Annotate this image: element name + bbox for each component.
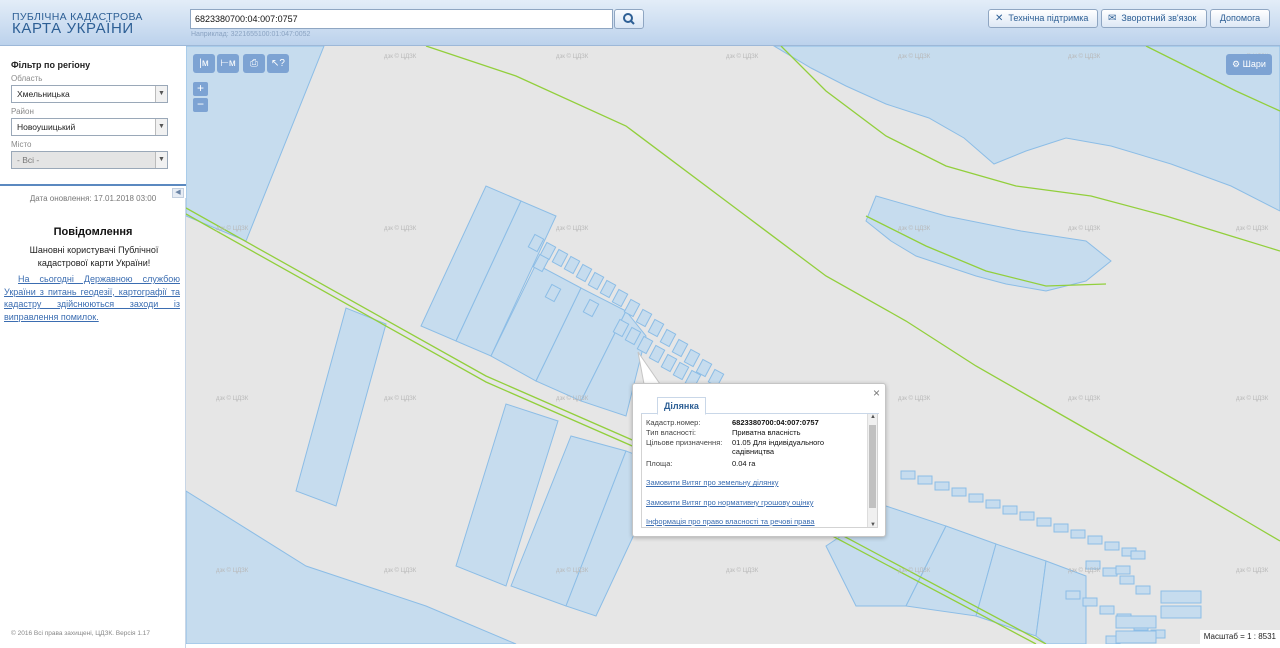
map-canvas[interactable]: дзк © ЦДЗК дзк © ЦДЗК дзк © ЦДЗК дзк © Ц… xyxy=(186,46,1280,644)
svg-text:дзк © ЦДЗК: дзк © ЦДЗК xyxy=(898,567,931,574)
region-filter: Фільтр по регіону Область Хмельницька ▼ … xyxy=(0,46,186,184)
measure-distance-icon[interactable]: |м xyxy=(193,54,215,73)
svg-text:дзк © ЦДЗК: дзк © ЦДЗК xyxy=(1068,395,1101,402)
chevron-down-icon: ▼ xyxy=(155,119,167,135)
zoom-out-button[interactable]: − xyxy=(193,98,208,112)
sidebar: Фільтр по регіону Область Хмельницька ▼ … xyxy=(0,46,186,648)
search-button[interactable] xyxy=(614,9,644,29)
identify-icon[interactable]: ↖? xyxy=(267,54,289,73)
notice-link[interactable]: На сьогодні Державною службою України з … xyxy=(4,273,180,323)
logo-line2: КАРТА УКРАЇНИ xyxy=(12,20,134,37)
search-icon xyxy=(623,13,635,25)
notice-body: Шановні користувачі Публічної кадастрово… xyxy=(29,245,159,268)
envelope-icon: ✉ xyxy=(1108,13,1117,24)
order-extract-link[interactable]: Замовити Витяг про земельну ділянку xyxy=(646,478,779,487)
svg-text:дзк © ЦДЗК: дзк © ЦДЗК xyxy=(556,395,589,402)
scroll-down-icon[interactable]: ▼ xyxy=(868,522,877,527)
order-valuation-link[interactable]: Замовити Витяг про нормативну грошову оц… xyxy=(646,498,813,507)
city-select[interactable]: - Всі - ▼ xyxy=(11,151,168,169)
svg-text:дзк © ЦДЗК: дзк © ЦДЗК xyxy=(384,53,417,60)
feedback-button[interactable]: ✉ Зворотний зв'язок xyxy=(1101,9,1207,28)
scroll-thumb[interactable] xyxy=(869,425,876,508)
notice-title: Повідомлення xyxy=(53,226,133,238)
update-date: Дата оновлення: 17.01.2018 03:00 xyxy=(29,194,157,203)
chevron-down-icon: ▼ xyxy=(155,152,167,168)
svg-text:дзк © ЦДЗК: дзк © ЦДЗК xyxy=(1236,567,1269,574)
help-label: Допомога xyxy=(1219,13,1261,23)
city-label: Місто xyxy=(11,140,32,149)
svg-text:дзк © ЦДЗК: дзк © ЦДЗК xyxy=(216,567,249,574)
copyright: © 2016 Всі права захищені, ЦДЗК. Версія … xyxy=(11,630,151,637)
map-layer: дзк © ЦДЗК дзк © ЦДЗК дзк © ЦДЗК дзк © Ц… xyxy=(186,46,1280,644)
support-label: Технічна підтримка xyxy=(1008,13,1089,23)
popup-scrollbar[interactable]: ▲ ▼ xyxy=(867,414,877,527)
scale-indicator: Масштаб = 1 : 8531 xyxy=(1199,630,1280,644)
feedback-label: Зворотний зв'язок xyxy=(1121,13,1197,23)
tab-parcel[interactable]: Ділянка xyxy=(657,397,706,415)
scroll-up-icon[interactable]: ▲ xyxy=(868,414,877,420)
search-example: Наприклад: 3221655100:01:047:0052 xyxy=(191,31,311,38)
logo[interactable]: ПУБЛІЧНА КАДАСТРОВА КАРТА УКРАЇНИ xyxy=(12,11,143,37)
svg-text:дзк © ЦДЗК: дзк © ЦДЗК xyxy=(898,53,931,60)
popup-content: Кадастр.номер: 6823380700:04:007:0757 Ти… xyxy=(641,414,878,528)
filter-title: Фільтр по регіону xyxy=(11,60,91,70)
popup-tabs: Ділянка xyxy=(641,397,879,415)
layers-button[interactable]: ⚙ Шари xyxy=(1226,54,1272,75)
chevron-down-icon: ▼ xyxy=(155,86,167,102)
svg-text:дзк © ЦДЗК: дзк © ЦДЗК xyxy=(556,567,589,574)
tools-icon: ✕ xyxy=(995,13,1004,24)
measure-area-icon[interactable]: ⊢м xyxy=(217,54,239,73)
zoom-in-button[interactable]: + xyxy=(193,82,208,96)
svg-text:дзк © ЦДЗК: дзк © ЦДЗК xyxy=(384,395,417,402)
svg-text:дзк © ЦДЗК: дзк © ЦДЗК xyxy=(1068,225,1101,232)
svg-text:дзк © ЦДЗК: дзк © ЦДЗК xyxy=(384,567,417,574)
gear-icon: ⚙ xyxy=(1232,59,1241,69)
svg-text:дзк © ЦДЗК: дзк © ЦДЗК xyxy=(1236,395,1269,402)
city-value: - Всі - xyxy=(17,155,40,165)
svg-text:дзк © ЦДЗК: дзк © ЦДЗК xyxy=(898,225,931,232)
svg-text:дзк © ЦДЗК: дзк © ЦДЗК xyxy=(898,395,931,402)
region-select[interactable]: Хмельницька ▼ xyxy=(11,85,168,103)
parcel-popup: × Ділянка Кадастр.номер: 6823380700:04:0… xyxy=(632,383,886,537)
search-input[interactable] xyxy=(190,9,613,29)
svg-text:дзк © ЦДЗК: дзк © ЦДЗК xyxy=(216,225,249,232)
district-value: Новоушицький xyxy=(17,122,76,132)
district-label: Район xyxy=(11,107,34,116)
region-label: Область xyxy=(11,74,43,83)
layers-label: Шари xyxy=(1242,59,1266,69)
svg-text:дзк © ЦДЗК: дзк © ЦДЗК xyxy=(1068,567,1101,574)
svg-text:дзк © ЦДЗК: дзк © ЦДЗК xyxy=(726,53,759,60)
svg-text:дзк © ЦДЗК: дзк © ЦДЗК xyxy=(1068,53,1101,60)
svg-text:дзк © ЦДЗК: дзк © ЦДЗК xyxy=(726,567,759,574)
help-button[interactable]: Допомога xyxy=(1210,9,1270,28)
header: ПУБЛІЧНА КАДАСТРОВА КАРТА УКРАЇНИ Наприк… xyxy=(0,0,1280,46)
svg-text:дзк © ЦДЗК: дзк © ЦДЗК xyxy=(216,395,249,402)
print-icon[interactable]: ⎙ xyxy=(243,54,265,73)
svg-text:дзк © ЦДЗК: дзк © ЦДЗК xyxy=(556,225,589,232)
district-select[interactable]: Новоушицький ▼ xyxy=(11,118,168,136)
svg-text:дзк © ЦДЗК: дзк © ЦДЗК xyxy=(384,225,417,232)
support-button[interactable]: ✕ Технічна підтримка xyxy=(988,9,1098,28)
region-value: Хмельницька xyxy=(17,89,70,99)
svg-text:дзк © ЦДЗК: дзк © ЦДЗК xyxy=(556,53,589,60)
ownership-info-link[interactable]: Інформація про право власності та речові… xyxy=(646,517,815,526)
svg-text:дзк © ЦДЗК: дзк © ЦДЗК xyxy=(1236,225,1269,232)
